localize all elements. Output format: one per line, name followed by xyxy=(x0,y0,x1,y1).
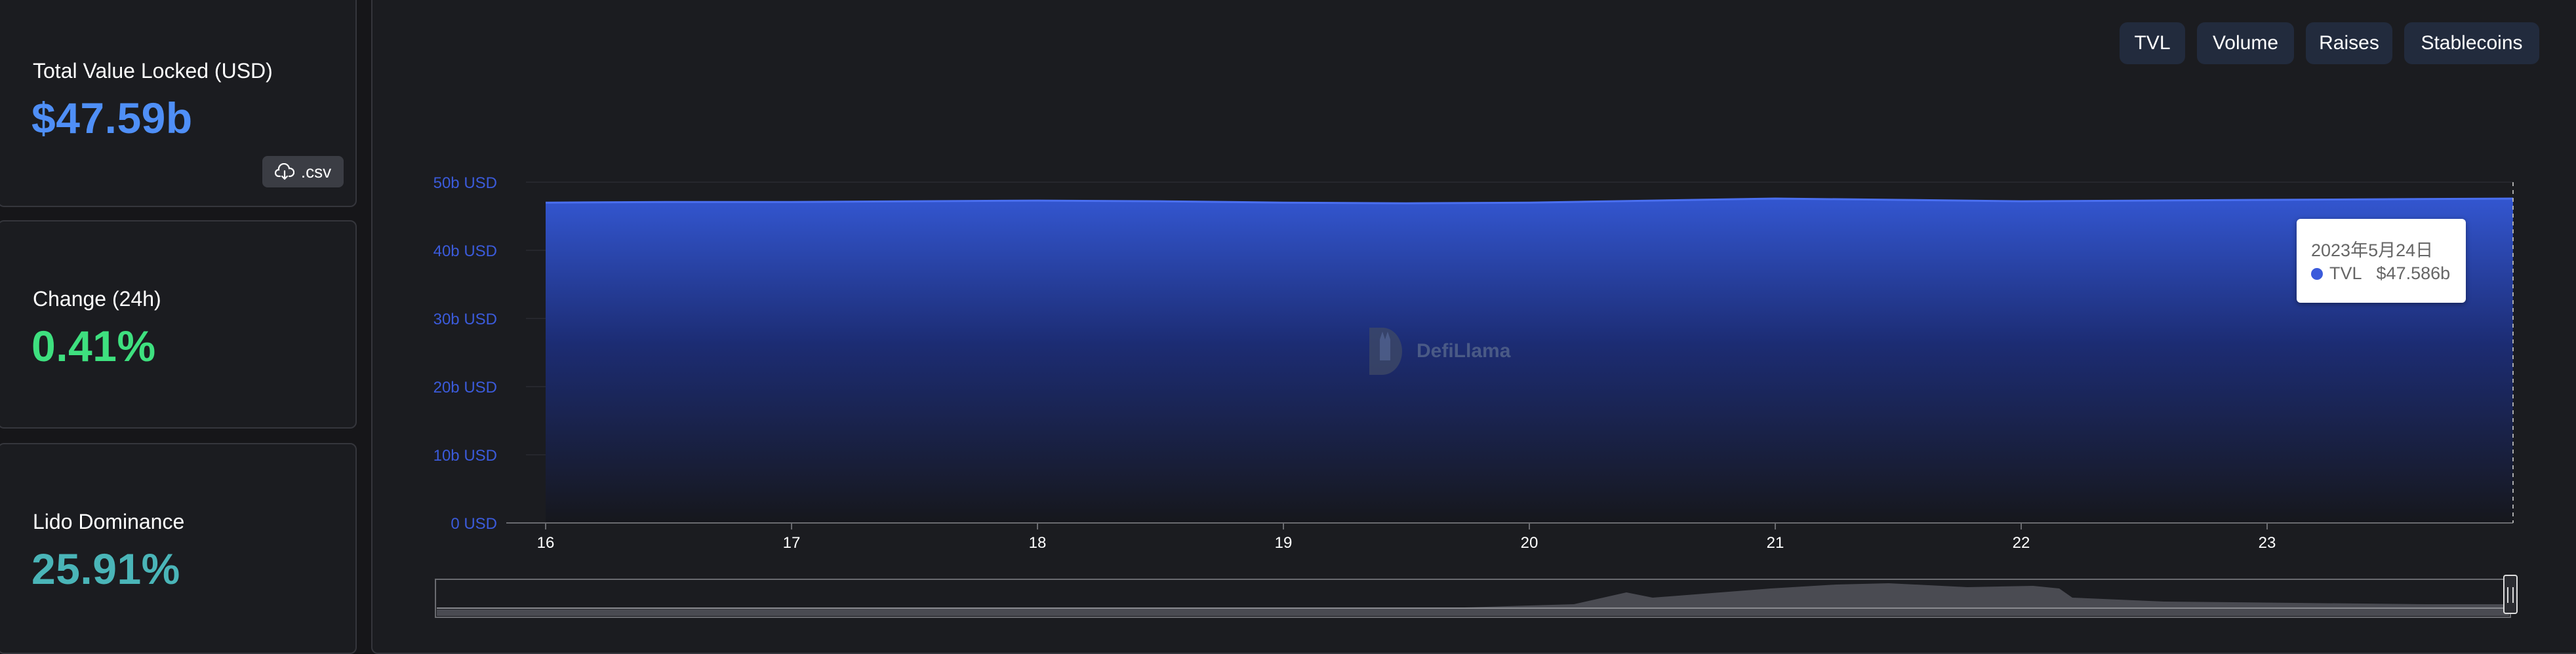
y-tick-label: 30b USD xyxy=(433,311,497,328)
x-tick-label: 23 xyxy=(2259,534,2276,552)
tooltip-series: TVL xyxy=(2329,263,2362,283)
y-tick-label: 0 USD xyxy=(451,515,497,533)
y-tick-label: 50b USD xyxy=(433,174,497,192)
defillama-watermark: DefiLlama xyxy=(1364,325,1510,377)
tvl-chart[interactable]: 0 USD 10b USD 20b USD 30b USD 40b USD 50b USD… xyxy=(0,0,2576,653)
x-tick-label: 22 xyxy=(2013,534,2030,552)
zoom-slider[interactable] xyxy=(435,575,2518,618)
tooltip-row: TVL $47.586b xyxy=(2311,263,2450,284)
x-tick-label: 17 xyxy=(783,534,801,552)
series-color-dot xyxy=(2311,267,2323,280)
y-tick-label: 40b USD xyxy=(433,242,497,260)
y-tick-label: 20b USD xyxy=(433,379,497,396)
tooltip-value: $47.586b xyxy=(2376,263,2451,283)
x-tick-label: 18 xyxy=(1029,534,1047,552)
x-tick-label: 21 xyxy=(1767,534,1784,552)
slider-handle[interactable] xyxy=(2503,575,2518,614)
tvl-area xyxy=(546,199,2513,523)
x-tick-label: 16 xyxy=(537,534,555,552)
chart-tooltip: 2023年5月24日 TVL $47.586b xyxy=(2297,219,2466,303)
x-tick-label: 19 xyxy=(1275,534,1293,552)
watermark-text: DefiLlama xyxy=(1417,340,1511,362)
y-tick-label: 10b USD xyxy=(433,447,497,465)
tooltip-date: 2023年5月24日 xyxy=(2311,240,2434,260)
llama-logo-icon xyxy=(1369,328,1402,375)
x-tick-label: 20 xyxy=(1521,534,1539,552)
